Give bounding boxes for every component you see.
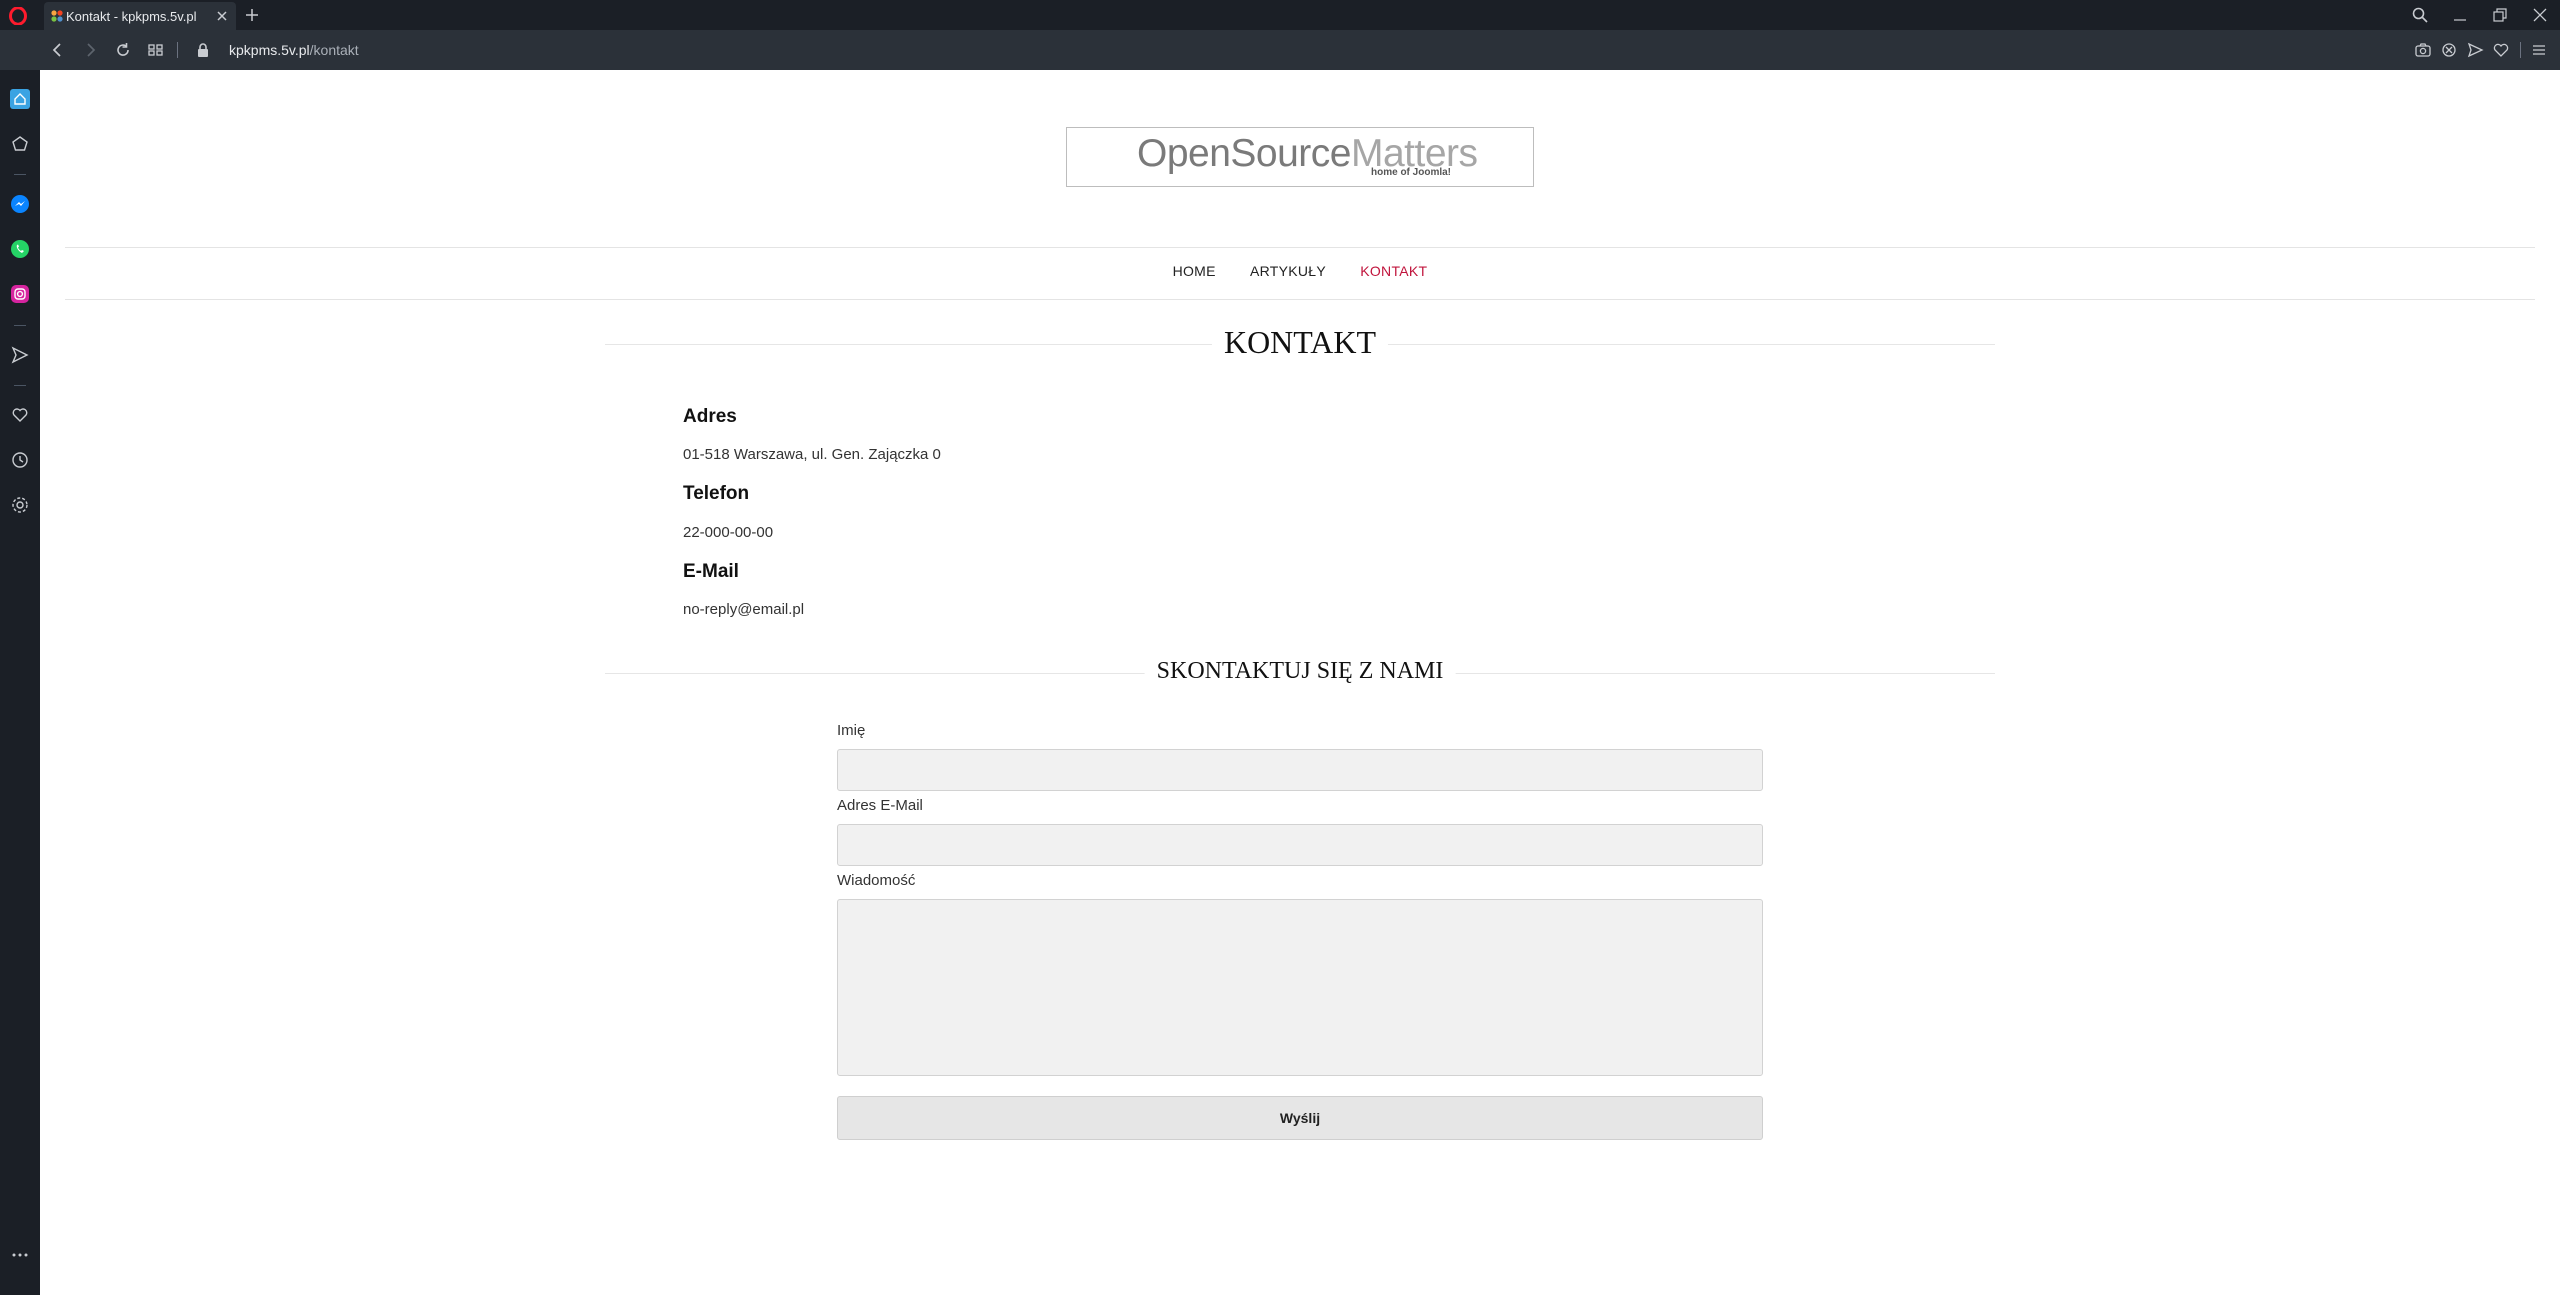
logo-text-a: OpenSource — [1137, 132, 1351, 175]
forward-icon[interactable] — [80, 40, 100, 60]
web-page: OpenSourceMatters home of Joomla! HOME A… — [40, 70, 2560, 1295]
sidebar-divider — [14, 325, 26, 326]
main-menu: HOME ARTYKUŁY KONTAKT — [40, 263, 2560, 279]
my-flow-icon[interactable] — [10, 345, 30, 365]
menu-item-home[interactable]: HOME — [1173, 263, 1216, 279]
form-title: SKONTAKTUJ SIĘ Z NAMI — [1144, 658, 1456, 685]
history-clock-icon[interactable] — [10, 450, 30, 470]
browser-sidebar — [0, 70, 40, 1295]
page-title: KONTAKT — [1211, 324, 1389, 361]
menu-item-artykuly[interactable]: ARTYKUŁY — [1250, 263, 1326, 279]
email-label: Adres E-Mail — [837, 797, 923, 814]
browser-tab[interactable]: Kontakt - kpkpms.5v.pl — [44, 2, 236, 30]
instagram-icon[interactable] — [10, 284, 30, 304]
phone-heading: Telefon — [683, 483, 750, 504]
opera-logo-icon[interactable] — [9, 7, 27, 25]
site-logo[interactable]: OpenSourceMatters home of Joomla! — [1066, 127, 1534, 187]
send-icon[interactable] — [2466, 41, 2484, 59]
url-path: /kontakt — [309, 42, 359, 58]
reload-icon[interactable] — [113, 40, 133, 60]
snapshot-icon[interactable] — [2414, 41, 2432, 59]
toolbar-divider — [177, 42, 178, 58]
search-tabs-icon[interactable] — [2410, 5, 2430, 25]
tab-title: Kontakt - kpkpms.5v.pl — [66, 9, 197, 24]
speed-dial-icon[interactable] — [10, 134, 30, 154]
back-icon[interactable] — [48, 40, 68, 60]
submit-button[interactable]: Wyślij — [837, 1096, 1763, 1140]
email-heading: E-Mail — [683, 561, 739, 582]
browser-tab-bar: Kontakt - kpkpms.5v.pl — [0, 0, 2560, 30]
bookmarks-heart-icon[interactable] — [10, 405, 30, 425]
message-label: Wiadomość — [837, 872, 916, 889]
address-heading: Adres — [683, 406, 737, 427]
email-input[interactable] — [837, 824, 1763, 866]
adblock-icon[interactable] — [2440, 41, 2458, 59]
address-bar: kpkpms.5v.pl/kontakt — [0, 30, 2560, 70]
close-tab-icon[interactable] — [214, 8, 230, 24]
message-textarea[interactable] — [837, 899, 1763, 1076]
name-input[interactable] — [837, 749, 1763, 791]
url-host: kpkpms.5v.pl — [229, 42, 310, 58]
heart-icon[interactable] — [2492, 41, 2510, 59]
toolbar-divider — [2520, 42, 2521, 58]
email-value: no-reply@email.pl — [683, 601, 805, 618]
menu-bottom-rule — [65, 299, 2535, 300]
form-section-title: SKONTAKTUJ SIĘ Z NAMI — [605, 653, 1995, 693]
logo-subtitle: home of Joomla! — [1371, 167, 1452, 178]
home-icon[interactable] — [10, 89, 30, 109]
name-label: Imię — [837, 722, 866, 739]
messenger-icon[interactable] — [10, 194, 30, 214]
minimize-icon[interactable] — [2450, 5, 2470, 25]
menu-top-rule — [65, 247, 2535, 248]
tab-grid-icon[interactable] — [146, 40, 166, 60]
contact-section-title: KONTAKT — [605, 324, 1995, 364]
url-field[interactable]: kpkpms.5v.pl/kontakt — [229, 42, 359, 58]
menu-item-kontakt[interactable]: KONTAKT — [1360, 263, 1427, 279]
address-value: 01-518 Warszawa, ul. Gen. Zajączka 0 — [683, 446, 941, 463]
close-window-icon[interactable] — [2530, 5, 2550, 25]
phone-value: 22-000-00-00 — [683, 524, 774, 541]
settings-gear-icon[interactable] — [10, 495, 30, 515]
sidebar-divider — [14, 174, 26, 175]
lock-icon[interactable] — [196, 42, 210, 58]
sidebar-divider — [14, 385, 26, 386]
more-options-icon[interactable] — [10, 1245, 30, 1265]
whatsapp-icon[interactable] — [10, 239, 30, 259]
joomla-favicon-icon — [51, 10, 63, 22]
easy-setup-icon[interactable] — [2530, 41, 2548, 59]
restore-window-icon[interactable] — [2490, 5, 2510, 25]
new-tab-icon[interactable] — [244, 7, 260, 23]
